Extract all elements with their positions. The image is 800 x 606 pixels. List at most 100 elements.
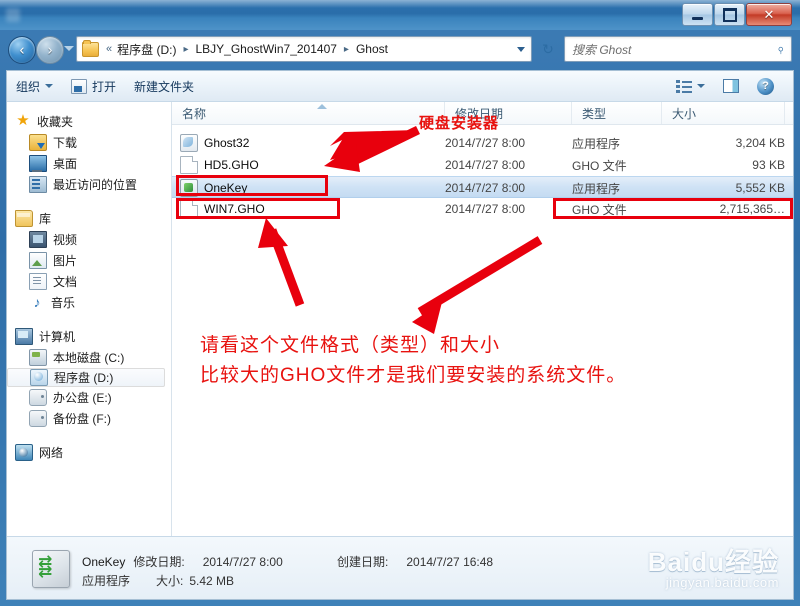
- file-list-pane[interactable]: 名称 修改日期 类型 大小 Ghost32 2014/7/27 8:00 应用程…: [172, 102, 793, 570]
- maximize-icon: [722, 7, 737, 22]
- search-input[interactable]: 搜索 Ghost: [572, 41, 631, 58]
- nav-label: 音乐: [51, 296, 76, 310]
- sidebar-item-backup-disk-f[interactable]: 备份盘 (F:): [7, 408, 171, 429]
- back-arrow-icon: ‹: [19, 41, 25, 59]
- sidebar-item-music[interactable]: ♪ 音乐: [7, 292, 171, 313]
- table-row[interactable]: Ghost32 2014/7/27 8:00 应用程序 3,204 KB: [172, 132, 793, 154]
- nav-label: 收藏夹: [37, 115, 74, 129]
- search-icon: ⌕: [772, 40, 788, 57]
- file-name-cell[interactable]: WIN7.GHO: [180, 198, 265, 220]
- documents-icon: [29, 273, 47, 290]
- recent-pages-dropdown-icon[interactable]: [64, 46, 74, 51]
- file-name-label: Ghost32: [204, 136, 250, 150]
- sidebar-item-local-disk-c[interactable]: 本地磁盘 (C:): [7, 347, 171, 368]
- recent-places-icon: [29, 176, 47, 193]
- explorer-window: ✕ ‹ › « 程序盘 (D:) ▸ LBJY_GhostWin7_201407…: [0, 0, 800, 606]
- file-date-cell: 2014/7/27 8:00: [445, 181, 526, 195]
- sidebar-item-program-disk-d[interactable]: 程序盘 (D:): [7, 368, 165, 387]
- breadcrumb-separator[interactable]: ▸: [178, 44, 193, 55]
- breadcrumb-item-1[interactable]: LBJY_GhostWin7_201407: [193, 42, 338, 56]
- file-name-cell[interactable]: OneKey: [180, 177, 247, 199]
- chevron-down-icon: [697, 84, 705, 88]
- onekey-app-icon: [180, 179, 198, 197]
- file-size-cell: 5,552 KB: [735, 181, 785, 195]
- watermark: Baidu经验 jingyan.baidu.com: [648, 549, 779, 591]
- address-bar[interactable]: « 程序盘 (D:) ▸ LBJY_GhostWin7_201407 ▸ Gho…: [76, 36, 532, 62]
- sidebar-item-videos[interactable]: 视频: [7, 229, 171, 250]
- sidebar-item-desktop[interactable]: 桌面: [7, 153, 171, 174]
- nav-label: 网络: [39, 446, 64, 460]
- details-created-value: 2014/7/27 16:48: [406, 554, 494, 569]
- maximize-button[interactable]: [714, 3, 745, 26]
- change-view-button[interactable]: [667, 71, 714, 101]
- open-button[interactable]: 打开: [62, 71, 125, 101]
- nav-group-computer[interactable]: 计算机: [7, 326, 171, 347]
- nav-label: 文档: [53, 275, 78, 289]
- desktop-icon: [29, 155, 47, 172]
- window-controls: ✕: [682, 3, 792, 26]
- help-button[interactable]: ?: [748, 71, 783, 101]
- forward-button[interactable]: ›: [36, 36, 64, 64]
- column-header-size[interactable]: 大小: [662, 102, 785, 124]
- details-type-value: 应用程序: [82, 574, 131, 588]
- gho-file-icon: [180, 200, 198, 218]
- preview-pane-icon: [723, 79, 739, 93]
- address-bar-row: ‹ › « 程序盘 (D:) ▸ LBJY_GhostWin7_201407 ▸…: [0, 30, 800, 70]
- breadcrumb-item-0[interactable]: 程序盘 (D:): [115, 41, 178, 58]
- close-button[interactable]: ✕: [746, 3, 792, 26]
- sidebar-item-recent-places[interactable]: 最近访问的位置: [7, 174, 171, 195]
- local-disk-icon: [29, 349, 47, 366]
- file-type-cell: 应用程序: [572, 181, 621, 196]
- column-header-name[interactable]: 名称: [172, 102, 445, 124]
- sidebar-item-office-disk-e[interactable]: 办公盘 (E:): [7, 387, 171, 408]
- breadcrumb-separator[interactable]: ▸: [339, 44, 354, 55]
- column-header-row: 名称 修改日期 类型 大小: [172, 102, 793, 125]
- details-file-name: OneKey: [82, 554, 126, 569]
- title-bar-glow: [0, 0, 800, 8]
- breadcrumb-overflow-icon[interactable]: «: [103, 43, 115, 55]
- file-name-cell[interactable]: Ghost32: [180, 132, 249, 154]
- nav-group-libraries[interactable]: 库: [7, 208, 171, 229]
- client-area: 组织 打开 新建文件夹 ? ★ 收藏夹 下载 桌面 最近访问的位置 库 视频 图…: [6, 70, 794, 600]
- nav-label: 办公盘 (E:): [53, 391, 112, 405]
- file-type-cell: GHO 文件: [572, 202, 627, 217]
- details-pane: ⇄ ⇄ OneKey 修改日期: 2014/7/27 8:00 创建日期: 201…: [7, 536, 793, 599]
- nav-group-network[interactable]: 网络: [7, 442, 171, 463]
- sidebar-item-downloads[interactable]: 下载: [7, 132, 171, 153]
- nav-group-favorites[interactable]: ★ 收藏夹: [7, 111, 171, 132]
- details-line-type-size: 应用程序 大小: 5.42 MB: [82, 572, 234, 589]
- file-type-cell: 应用程序: [572, 136, 621, 151]
- network-icon: [15, 444, 33, 461]
- sidebar-item-pictures[interactable]: 图片: [7, 250, 171, 271]
- file-name-cell[interactable]: HD5.GHO: [180, 154, 259, 176]
- organize-button[interactable]: 组织: [7, 71, 62, 101]
- window-icon: [6, 8, 20, 22]
- table-row[interactable]: WIN7.GHO 2014/7/27 8:00 GHO 文件 2,715,365…: [172, 198, 793, 220]
- navigation-pane[interactable]: ★ 收藏夹 下载 桌面 最近访问的位置 库 视频 图片 文档 ♪ 音乐 计算机 …: [7, 102, 172, 570]
- address-dropdown-icon[interactable]: [517, 46, 525, 52]
- show-preview-pane-button[interactable]: [714, 71, 748, 101]
- nav-label: 桌面: [53, 157, 78, 171]
- nav-label: 图片: [53, 254, 78, 268]
- new-folder-button[interactable]: 新建文件夹: [125, 71, 203, 101]
- search-box[interactable]: 搜索 Ghost ⌕: [564, 36, 792, 62]
- column-header-type[interactable]: 类型: [572, 102, 662, 124]
- table-row[interactable]: HD5.GHO 2014/7/27 8:00 GHO 文件 93 KB: [172, 154, 793, 176]
- minimize-button[interactable]: [682, 3, 713, 26]
- file-size-cell: 93 KB: [752, 158, 785, 172]
- open-label: 打开: [92, 79, 117, 94]
- music-icon: ♪: [33, 294, 41, 310]
- details-size-label: 大小:: [156, 574, 184, 588]
- nav-label: 计算机: [39, 330, 76, 344]
- pictures-icon: [29, 252, 47, 269]
- back-button[interactable]: ‹: [8, 36, 36, 64]
- sidebar-item-documents[interactable]: 文档: [7, 271, 171, 292]
- table-row-selected[interactable]: OneKey 2014/7/27 8:00 应用程序 5,552 KB: [172, 176, 793, 198]
- organize-label: 组织: [16, 79, 41, 94]
- column-header-date[interactable]: 修改日期: [445, 102, 572, 124]
- help-icon: ?: [757, 77, 774, 95]
- minimize-icon: [692, 16, 703, 20]
- refresh-button[interactable]: ↻: [536, 36, 560, 62]
- breadcrumb-item-2[interactable]: Ghost: [354, 42, 390, 56]
